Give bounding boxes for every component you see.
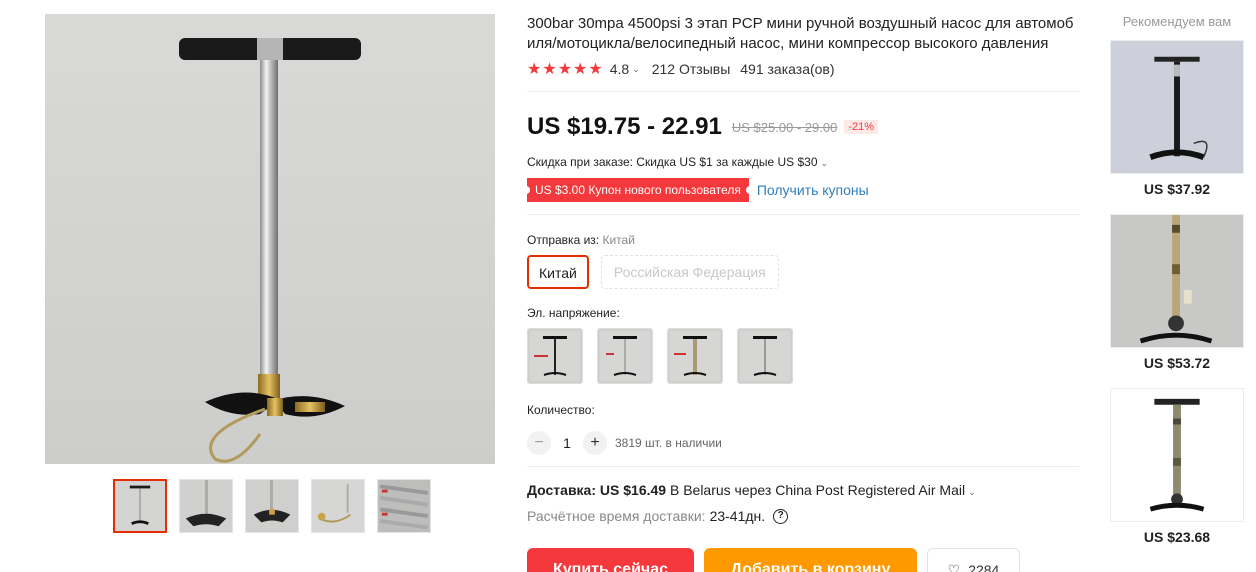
thumbnail-3[interactable] <box>245 479 299 533</box>
thumbnail-4[interactable] <box>311 479 365 533</box>
thumbnail-2[interactable] <box>179 479 233 533</box>
delivery-time-label: Расчётное время доставки: <box>527 508 706 524</box>
delivery-time-value: 23-41дн. <box>709 508 766 524</box>
ship-option-china[interactable]: Китай <box>527 255 589 289</box>
quantity-stepper: − 1 + 3819 шт. в наличии <box>527 431 722 455</box>
product-title: 300bar 30mpa 4500psi 3 этап PCP мини руч… <box>527 15 1074 52</box>
recommended-item-image[interactable] <box>1110 388 1244 522</box>
voltage-option-1[interactable] <box>527 328 583 384</box>
recommended-item-image[interactable] <box>1110 40 1244 174</box>
wishlist-button[interactable]: ♡ 2284 <box>927 548 1020 572</box>
main-product-image[interactable] <box>45 14 495 464</box>
current-price: US $19.75 - 22.91 <box>527 113 722 140</box>
recommended-panel: Рекомендуем вам US $37.92 US $53.72 US $… <box>1110 14 1244 545</box>
recommended-item-1[interactable]: US $37.92 <box>1110 40 1244 197</box>
recommended-item-price: US $37.92 <box>1143 181 1211 197</box>
quantity-value[interactable]: 1 <box>551 435 583 451</box>
divider <box>527 91 1079 92</box>
voltage-options <box>527 328 793 384</box>
quantity-plus-button[interactable]: + <box>583 431 607 455</box>
delivery-price: US $16.49 <box>599 482 667 498</box>
thumbnail-1[interactable] <box>113 479 167 533</box>
buy-now-button[interactable]: Купить сейчас <box>527 548 694 572</box>
star-rating-icon: ★★★★★ <box>527 61 604 78</box>
product-info: 300bar 30mpa 4500psi 3 этап PCP мини руч… <box>527 14 1079 78</box>
recommended-item-price: US $53.72 <box>1143 355 1211 371</box>
coupon-row: US $3.00 Купон нового пользователя Получ… <box>524 178 869 202</box>
order-discount-text: Скидка при заказе: Скидка US $1 за кажды… <box>527 155 818 169</box>
rating-row: ★★★★★ 4.8 ⌄ 212 Отзывы 491 заказа(ов) <box>527 60 1079 78</box>
divider <box>527 214 1079 215</box>
discount-badge: -21% <box>844 120 879 134</box>
chevron-down-icon: ⌄ <box>820 158 829 168</box>
recommended-title: Рекомендуем вам <box>1122 14 1232 29</box>
get-coupons-link[interactable]: Получить купоны <box>757 182 869 198</box>
recommended-item-image[interactable] <box>1110 214 1244 348</box>
divider <box>527 466 1079 467</box>
chevron-down-icon[interactable]: ⌄ <box>632 64 640 75</box>
recommended-item-price: US $23.68 <box>1143 529 1211 545</box>
ship-from-options: Китай Российская Федерация <box>527 255 779 289</box>
wishlist-count: 2284 <box>968 562 1000 572</box>
heart-icon: ♡ <box>947 562 961 572</box>
ship-from-selected: Китай <box>602 233 635 247</box>
voltage-label: Эл. напряжение: <box>527 306 620 320</box>
price-row: US $19.75 - 22.91 US $25.00 - 29.00 -21% <box>527 113 879 141</box>
voltage-option-2[interactable] <box>597 328 653 384</box>
ship-option-russia[interactable]: Российская Федерация <box>600 255 779 289</box>
orders-count: 491 заказа(ов) <box>740 61 835 77</box>
voltage-option-4[interactable] <box>737 328 793 384</box>
delivery-time: Расчётное время доставки: 23-41дн. ? <box>527 508 789 524</box>
recommended-item-2[interactable]: US $53.72 <box>1110 214 1244 371</box>
quantity-label: Количество: <box>527 403 595 417</box>
chevron-down-icon: ⌄ <box>968 487 976 497</box>
delivery-method: В Belarus через China Post Registered Ai… <box>669 482 966 498</box>
add-to-cart-button[interactable]: Добавить в корзину <box>704 548 917 572</box>
recommended-item-3[interactable]: US $23.68 <box>1110 388 1244 545</box>
new-user-coupon-badge: US $3.00 Купон нового пользователя <box>524 178 752 202</box>
original-price: US $25.00 - 29.00 <box>731 119 838 135</box>
order-discount[interactable]: Скидка при заказе: Скидка US $1 за кажды… <box>527 155 828 169</box>
thumbnail-5[interactable] <box>377 479 431 533</box>
help-icon[interactable]: ? <box>773 508 789 524</box>
delivery-label: Доставка: <box>527 482 597 498</box>
delivery-info[interactable]: Доставка: US $16.49 В Belarus через Chin… <box>527 482 976 498</box>
rating-value[interactable]: 4.8 <box>610 61 629 77</box>
reviews-link[interactable]: 212 Отзывы <box>652 61 731 77</box>
ship-from-label: Отправка из: Китай <box>527 233 635 247</box>
stock-available: 3819 шт. в наличии <box>615 436 722 450</box>
thumbnail-strip <box>113 479 431 533</box>
action-buttons: Купить сейчас Добавить в корзину ♡ 2284 <box>527 548 1020 572</box>
quantity-minus-button[interactable]: − <box>527 431 551 455</box>
ship-from-label-text: Отправка из: <box>527 233 600 247</box>
voltage-option-3[interactable] <box>667 328 723 384</box>
